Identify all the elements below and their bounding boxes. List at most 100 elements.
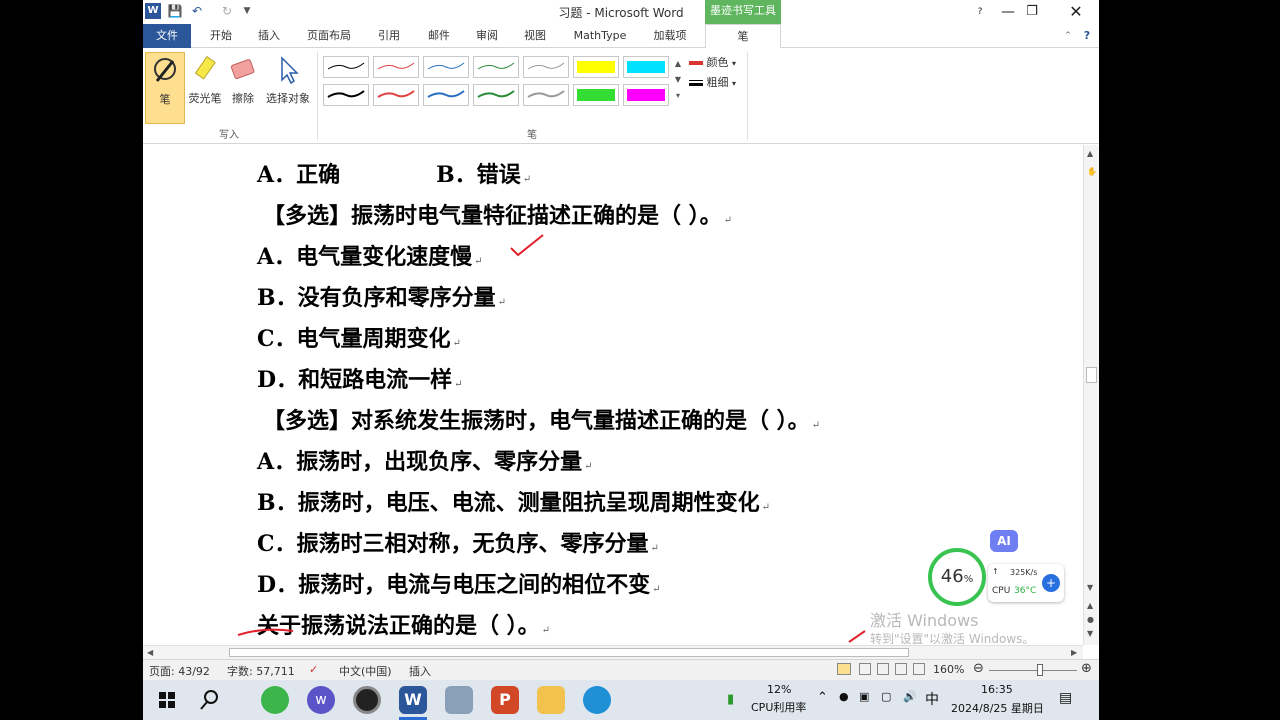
windows-start-icon[interactable] [153, 686, 181, 714]
boost-icon[interactable]: + [1042, 574, 1060, 592]
page-count[interactable]: 页面: 43/92 [149, 663, 210, 679]
cpu-temp: 36°C [1014, 586, 1037, 596]
collapse-ribbon-icon[interactable]: ⌃ [1061, 24, 1075, 48]
browse-object-icon[interactable]: ● [1087, 615, 1094, 624]
option-line: D．和短路电流一样 ↵ [257, 367, 463, 393]
pen-style-swatch[interactable] [573, 56, 619, 78]
scroll-thumb[interactable] [1086, 367, 1097, 383]
pen-style-swatch[interactable] [473, 56, 519, 78]
hscroll-thumb[interactable] [229, 648, 909, 657]
option-line: A．电气量变化速度慢 ↵ [257, 244, 483, 270]
clock-date[interactable]: 2024/8/25 星期日 [951, 700, 1044, 716]
tab-mailings[interactable]: 邮件 [417, 24, 461, 48]
powerpoint-icon[interactable]: P [491, 686, 519, 714]
clock-time[interactable]: 16:35 [981, 683, 1013, 696]
draft-icon[interactable] [913, 663, 925, 675]
full-screen-reading-icon[interactable] [859, 663, 871, 675]
network-icon[interactable]: ▢ [881, 690, 891, 703]
pan-hand-icon[interactable]: ✋ [1087, 167, 1097, 176]
pen-style-swatch[interactable] [623, 56, 669, 78]
tab-pen[interactable]: 笔 [705, 24, 781, 49]
scroll-down-icon[interactable]: ▼ [1087, 583, 1093, 592]
notification-icon[interactable]: ▤ [1059, 690, 1072, 706]
scroll-right-icon[interactable]: ▶ [1071, 648, 1077, 657]
select-objects-label: 选择对象 [266, 92, 310, 105]
next-page-icon[interactable]: ▼ [1087, 629, 1093, 638]
option-line: C．振荡时三相对称，无负序、零序分量 ↵ [257, 531, 659, 557]
pen-style-swatch[interactable] [323, 84, 369, 106]
volume-icon[interactable]: 🔊 [903, 690, 917, 703]
zoom-out-icon[interactable]: ⊖ [973, 661, 984, 676]
tab-view[interactable]: 视图 [513, 24, 557, 48]
zoom-level[interactable]: 160% [933, 663, 964, 676]
zoom-slider[interactable] [989, 670, 1077, 671]
restore-button[interactable]: ❐ [1009, 0, 1055, 24]
tab-mathtype[interactable]: MathType [567, 24, 633, 48]
pen-style-swatch[interactable] [423, 56, 469, 78]
pen-button[interactable]: 笔 [145, 52, 185, 124]
prev-page-icon[interactable]: ▲ [1087, 601, 1093, 610]
eraser-button-label: 擦除 [232, 92, 254, 105]
pen-style-swatch[interactable] [573, 84, 619, 106]
group-write-label: 写入 [219, 130, 239, 141]
ai-badge[interactable]: AI [990, 530, 1018, 552]
activation-watermark-title: 激活 Windows [870, 611, 979, 630]
pen-style-swatch[interactable] [473, 84, 519, 106]
edge-browser-icon[interactable] [583, 686, 611, 714]
language[interactable]: 中文(中国) [339, 663, 392, 679]
search-icon[interactable] [195, 686, 223, 714]
pen-style-swatch[interactable] [523, 84, 569, 106]
option-line: A．正确 B．错误 ↵ [257, 162, 532, 188]
app-monitor-icon[interactable] [445, 686, 473, 714]
horizontal-scrollbar[interactable]: ◀ ▶ [143, 645, 1083, 659]
proofing-icon[interactable]: ✓ [309, 663, 318, 676]
app-camera-icon[interactable] [353, 686, 381, 714]
tab-addins[interactable]: 加载项 [645, 24, 695, 48]
zoom-slider-thumb[interactable] [1037, 664, 1043, 676]
outline-icon[interactable] [895, 663, 907, 675]
cpu-usage: 12% [767, 683, 792, 696]
tab-home[interactable]: 开始 [199, 24, 243, 48]
scroll-up-icon[interactable]: ▲ [1087, 149, 1093, 158]
ime-indicator[interactable]: 中 [925, 689, 939, 709]
pen-color-option[interactable]: 颜色 ▾ [689, 54, 736, 70]
gallery-scroll[interactable]: ▲ ▼ ▾ [673, 56, 683, 108]
help-circle-icon[interactable]: ? [1079, 24, 1095, 48]
select-objects-button[interactable]: 选择对象 [263, 52, 313, 124]
insert-mode[interactable]: 插入 [409, 663, 431, 679]
show-hidden-icons-icon[interactable]: ⌃ [817, 690, 828, 705]
zoom-in-icon[interactable]: ⊕ [1081, 661, 1092, 676]
pen-style-swatch[interactable] [323, 56, 369, 78]
file-explorer-icon[interactable] [537, 686, 565, 714]
word-count[interactable]: 字数: 57,711 [227, 663, 295, 679]
pen-style-swatch[interactable] [523, 56, 569, 78]
cpu-percent: 46 [940, 566, 964, 587]
pen-thickness-option[interactable]: 粗细 ▾ [689, 74, 736, 90]
pen-style-swatch[interactable] [423, 84, 469, 106]
display-icon[interactable]: ▣ [859, 690, 869, 703]
pen-style-swatch[interactable] [373, 56, 419, 78]
web-layout-icon[interactable] [877, 663, 889, 675]
activation-watermark-sub: 转到"设置"以激活 Windows。 [870, 632, 1035, 646]
option-line: A．振荡时，出现负序、零序分量 ↵ [257, 449, 593, 475]
tab-layout[interactable]: 页面布局 [299, 24, 359, 48]
vertical-scrollbar[interactable]: ▲ ✋ ▼ ▲ ● ▼ [1083, 145, 1099, 645]
eraser-button[interactable]: 擦除 [225, 52, 261, 124]
tab-insert[interactable]: 插入 [247, 24, 291, 48]
print-layout-icon[interactable] [837, 663, 851, 675]
app-green-icon[interactable] [261, 686, 289, 714]
close-button[interactable]: ✕ [1053, 0, 1099, 24]
pen-style-swatch[interactable] [373, 84, 419, 106]
pen-style-swatch[interactable] [623, 84, 669, 106]
tab-references[interactable]: 引用 [367, 24, 411, 48]
cpu-gauge: 46% [928, 548, 986, 606]
battery-icon[interactable]: ▮ [727, 692, 734, 707]
app-w-icon[interactable]: w [307, 686, 335, 714]
tab-file[interactable]: 文件 [143, 24, 191, 48]
upload-arrow-icon: ↑ [992, 567, 999, 576]
microphone-icon[interactable]: ● [839, 690, 849, 703]
highlighter-button[interactable]: 荧光笔 [185, 52, 225, 124]
word-taskbar-icon[interactable]: W [399, 686, 427, 714]
tab-review[interactable]: 审阅 [465, 24, 509, 48]
scroll-left-icon[interactable]: ◀ [147, 648, 153, 657]
